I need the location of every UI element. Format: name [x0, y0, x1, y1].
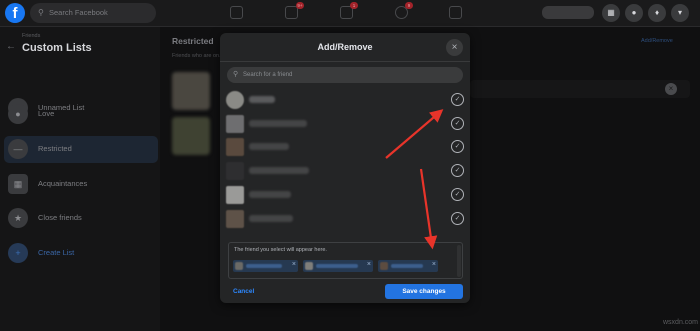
watermark: wsxdn.com	[663, 319, 699, 326]
friend-name	[249, 215, 293, 222]
watch-badge: 9+	[296, 2, 304, 9]
checkmark-icon[interactable]: ✓	[451, 164, 464, 177]
person-icon: ●	[8, 104, 28, 124]
friend-avatar	[226, 186, 244, 204]
facebook-search-input[interactable]: ⚲ Search Facebook	[30, 3, 156, 23]
acquaintances-icon: ▦	[8, 174, 28, 194]
dialog-close-button[interactable]: ×	[446, 39, 463, 56]
chip-name	[316, 264, 358, 268]
home-icon[interactable]	[230, 6, 243, 19]
sidebar-item-restricted[interactable]: — Restricted	[4, 136, 158, 163]
friend-row[interactable]: ✓	[220, 89, 470, 111]
friend-name	[249, 120, 307, 127]
sidebar-item-label: Create List	[38, 248, 75, 257]
friend-thumbnail	[172, 117, 210, 155]
friend-name	[249, 191, 291, 198]
checkmark-icon[interactable]: ✓	[451, 117, 464, 130]
sidebar-item-create-list[interactable]: + Create List	[4, 240, 158, 267]
checkmark-icon[interactable]: ✓	[451, 140, 464, 153]
selection-scrollbar[interactable]	[457, 245, 461, 277]
save-changes-button[interactable]: Save changes	[385, 284, 463, 299]
friend-row[interactable]: ✓	[220, 113, 470, 135]
cancel-button[interactable]: Cancel	[233, 288, 254, 295]
selected-friends-box: The friend you select will appear here. …	[228, 242, 463, 279]
friend-name	[249, 96, 275, 103]
search-icon: ⚲	[233, 71, 239, 78]
gaming-icon[interactable]	[449, 6, 462, 19]
close-icon[interactable]: ×	[665, 83, 677, 95]
sidebar-item-label: Close friends	[38, 213, 82, 222]
search-placeholder: Search Facebook	[49, 8, 108, 17]
friend-avatar	[226, 138, 244, 156]
selected-friend-chip: ×	[378, 260, 438, 272]
friend-row[interactable]: ✓	[220, 136, 470, 158]
sidebar-item-love[interactable]: ● Love	[4, 101, 158, 128]
marketplace-badge: 1	[350, 2, 358, 9]
groups-badge: 9	[405, 2, 413, 9]
sidebar-item-label: Restricted	[38, 144, 72, 153]
sidebar-item-acquaintances[interactable]: ▦ Acquaintances	[4, 171, 158, 198]
page-title: Custom Lists	[22, 42, 92, 54]
checkmark-icon[interactable]: ✓	[451, 188, 464, 201]
remove-chip-icon[interactable]: ×	[432, 261, 436, 268]
search-icon: ⚲	[38, 8, 44, 17]
chip-avatar	[235, 262, 243, 270]
restricted-icon: —	[8, 139, 28, 159]
breadcrumb[interactable]: Friends	[22, 33, 40, 39]
friend-avatar	[226, 115, 244, 133]
friend-search-placeholder: Search for a friend	[243, 72, 293, 78]
friend-avatar	[226, 210, 244, 228]
list-heading: Restricted	[172, 36, 214, 46]
friend-avatar	[226, 91, 244, 109]
facebook-logo[interactable]: f	[5, 3, 25, 23]
list-subheading: Friends who are on...	[172, 53, 224, 59]
friend-search-input[interactable]: ⚲ Search for a friend	[227, 67, 463, 83]
add-remove-link[interactable]: Add/Remove	[641, 38, 673, 44]
account-icon[interactable]: ▾	[671, 4, 689, 22]
selection-hint: The friend you select will appear here.	[234, 247, 327, 253]
chip-avatar	[380, 262, 388, 270]
messenger-icon[interactable]: ●	[625, 4, 643, 22]
chip-name	[246, 264, 282, 268]
friend-row[interactable]: ✓	[220, 160, 470, 182]
checkmark-icon[interactable]: ✓	[451, 212, 464, 225]
divider	[220, 61, 470, 62]
sidebar-item-label: Acquaintances	[38, 179, 88, 188]
selected-friend-chip: ×	[233, 260, 298, 272]
dialog-title: Add/Remove	[317, 42, 373, 52]
friend-row[interactable]: ✓	[220, 208, 470, 230]
back-arrow-icon[interactable]: ←	[6, 41, 16, 52]
selected-friend-chip: ×	[303, 260, 373, 272]
friend-name	[249, 143, 289, 150]
friend-avatar	[226, 162, 244, 180]
checkmark-icon[interactable]: ✓	[451, 93, 464, 106]
profile-shortcut[interactable]	[542, 6, 594, 19]
remove-chip-icon[interactable]: ×	[367, 261, 371, 268]
chip-name	[391, 264, 423, 268]
chip-avatar	[305, 262, 313, 270]
add-remove-dialog: Add/Remove × ⚲ Search for a friend ✓ ✓ ✓…	[220, 33, 470, 303]
friend-name	[249, 167, 309, 174]
sidebar-item-close-friends[interactable]: ★ Close friends	[4, 205, 158, 232]
plus-icon: +	[8, 243, 28, 263]
background-list-row	[470, 80, 690, 98]
top-navigation-bar: f ⚲ Search Facebook 9+ 1 9 ▦ ● ♦ ▾	[0, 0, 700, 27]
remove-chip-icon[interactable]: ×	[292, 261, 296, 268]
notifications-icon[interactable]: ♦	[648, 4, 666, 22]
friend-thumbnail	[172, 72, 210, 110]
star-icon: ★	[8, 208, 28, 228]
friend-row[interactable]: ✓	[220, 184, 470, 206]
sidebar-item-label: Love	[38, 109, 55, 118]
menu-grid-icon[interactable]: ▦	[602, 4, 620, 22]
